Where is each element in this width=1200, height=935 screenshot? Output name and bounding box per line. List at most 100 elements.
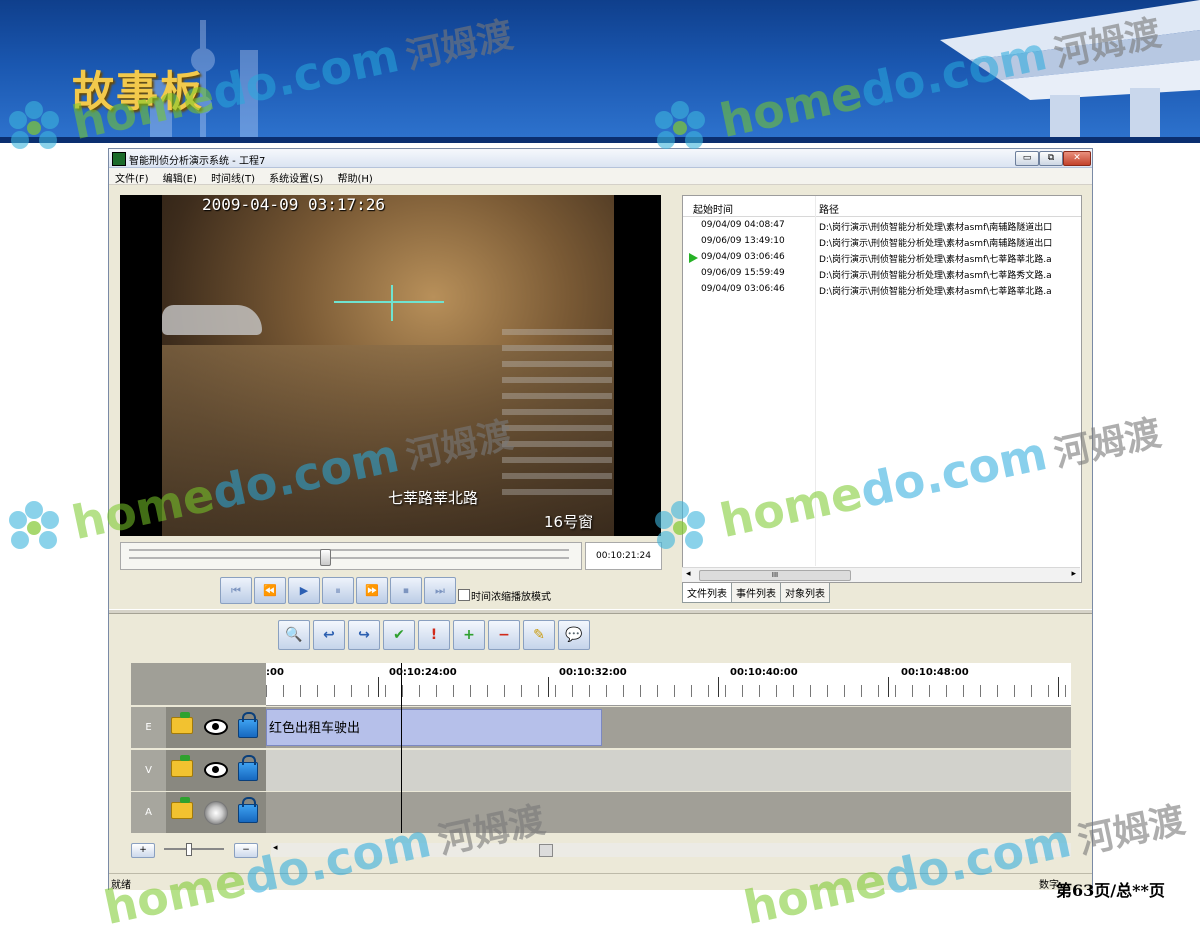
file-list-hscrollbar[interactable]: ◂ III ▸ [682, 567, 1080, 582]
minimize-button[interactable]: ▭ [1015, 151, 1039, 166]
menu-file[interactable]: 文件(F) [109, 168, 154, 185]
compress-mode-checkbox[interactable] [458, 589, 470, 601]
file-path: D:\岗行演示\刑侦智能分析处理\素材asmf\七莘路莘北路.a [819, 255, 1052, 265]
zoom-in-button[interactable]: + [131, 843, 155, 858]
pavilion-illustration [940, 0, 1200, 143]
file-path: D:\岗行演示\刑侦智能分析处理\素材asmf\七莘路莘北路.a [819, 287, 1052, 297]
file-time: 09/04/09 03:06:46 [701, 284, 785, 294]
stop-button[interactable]: ⏹ [390, 577, 422, 604]
track-lane[interactable] [266, 750, 1071, 791]
zoom-out-button[interactable]: − [234, 843, 258, 858]
scroll-right-arrow-icon[interactable]: ▸ [1071, 569, 1076, 579]
column-start-time[interactable]: 起始时间 [693, 201, 733, 216]
osd-location: 七莘路莘北路 [388, 489, 479, 507]
edit-button[interactable]: ✎ [523, 620, 555, 650]
scroll-thumb[interactable] [539, 844, 553, 857]
file-time: 09/06/09 15:59:49 [701, 268, 785, 278]
alert-button[interactable]: ! [418, 620, 450, 650]
skip-start-button[interactable]: ⏮ [220, 577, 252, 604]
file-row[interactable]: 09/06/09 15:59:49 D:\岗行演示\刑侦智能分析处理\素材asm… [683, 266, 1081, 282]
tab-event-list[interactable]: 事件列表 [731, 583, 781, 603]
file-row[interactable]: 09/04/09 03:06:46 D:\岗行演示\刑侦智能分析处理\素材asm… [683, 282, 1081, 298]
eye-icon[interactable] [204, 762, 228, 778]
undo-button[interactable]: ↩ [313, 620, 345, 650]
remove-button[interactable]: − [488, 620, 520, 650]
list-tabs: 文件列表 事件列表 对象列表 [682, 583, 830, 603]
tab-object-list[interactable]: 对象列表 [780, 583, 830, 603]
video-viewport[interactable]: 2009-04-09 03:17:26 七莘路莘北路 16号窗 [120, 195, 661, 536]
seek-thumb[interactable] [320, 549, 332, 566]
header-band [0, 137, 1200, 143]
tab-file-list[interactable]: 文件列表 [682, 583, 732, 603]
comment-button[interactable]: 💬 [558, 620, 590, 650]
video-frame [162, 195, 614, 536]
zoom-slider[interactable] [164, 843, 224, 856]
status-bar: 就绪 数字 [109, 873, 1092, 891]
slide-title: 故事板 [72, 67, 205, 116]
column-path[interactable]: 路径 [819, 201, 839, 216]
close-button[interactable]: ✕ [1063, 151, 1091, 166]
scroll-left-arrow-icon[interactable]: ◂ [273, 843, 278, 853]
timeline-zoom-row: + − ◂ [131, 843, 1071, 859]
compress-mode-label: 时间浓缩播放模式 [471, 592, 551, 603]
playing-arrow-icon [689, 253, 698, 263]
folder-icon[interactable] [171, 797, 193, 819]
zoom-search-button[interactable]: 🔍 [278, 620, 310, 650]
current-time-display: 00:10:21:24 [585, 542, 662, 570]
osd-datetime: 2009-04-09 03:17:26 [202, 195, 386, 214]
event-clip[interactable]: 红色出租车驶出 [266, 709, 602, 746]
menu-help[interactable]: 帮助(H) [332, 168, 378, 185]
zoom-slider-thumb[interactable] [186, 843, 192, 856]
file-time: 09/04/09 04:08:47 [701, 220, 785, 230]
speaker-icon[interactable] [204, 801, 228, 825]
lock-icon[interactable] [238, 797, 258, 823]
track-controls [166, 792, 266, 833]
folder-icon[interactable] [171, 712, 193, 734]
menu-timeline[interactable]: 时间线(T) [205, 168, 260, 185]
file-row[interactable]: 09/06/09 13:49:10 D:\岗行演示\刑侦智能分析处理\素材asm… [683, 234, 1081, 250]
maximize-button[interactable]: ⧉ [1039, 151, 1063, 166]
track-event: E 红色出租车驶出 [131, 707, 1071, 748]
status-text: 就绪 [111, 880, 131, 891]
osd-window-label: 16号窗 [544, 513, 594, 531]
scroll-left-arrow-icon[interactable]: ◂ [686, 569, 691, 579]
file-time: 09/04/09 03:06:46 [701, 252, 785, 262]
track-controls [166, 707, 266, 748]
eye-icon[interactable] [204, 719, 228, 735]
play-button[interactable]: ▶ [288, 577, 320, 604]
track-lane[interactable]: 红色出租车驶出 [266, 707, 1071, 748]
file-row-playing[interactable]: 09/04/09 03:06:46 D:\岗行演示\刑侦智能分析处理\素材asm… [683, 250, 1081, 266]
folder-icon[interactable] [171, 755, 193, 777]
rewind-button[interactable]: ⏪ [254, 577, 286, 604]
add-button[interactable]: + [453, 620, 485, 650]
scroll-thumb[interactable]: III [699, 570, 851, 581]
tracker-crosshair-v [391, 285, 393, 321]
lock-icon[interactable] [238, 712, 258, 738]
timeline-corner [131, 663, 266, 705]
redo-button[interactable]: ↪ [348, 620, 380, 650]
title-bar: 智能刑侦分析演示系统 - 工程7 ▭ ⧉ ✕ [109, 149, 1092, 168]
track-video: V [131, 750, 1071, 791]
track-controls [166, 750, 266, 791]
menu-settings[interactable]: 系统设置(S) [263, 168, 328, 185]
menu-edit[interactable]: 编辑(E) [157, 168, 202, 185]
pause-button[interactable]: ⏸ [322, 577, 354, 604]
menu-bar: 文件(F) 编辑(E) 时间线(T) 系统设置(S) 帮助(H) [109, 168, 1092, 185]
watermark-flower-icon [9, 501, 59, 549]
track-lane[interactable] [266, 792, 1071, 833]
seek-bar[interactable] [120, 542, 582, 570]
confirm-button[interactable]: ✔ [383, 620, 415, 650]
page-number: 第63页/总**页 [1056, 881, 1165, 900]
time-ruler[interactable]: :00 00:10:24:00 00:10:32:00 00:10:40:00 … [266, 663, 1071, 706]
playhead[interactable] [401, 663, 402, 833]
lock-icon[interactable] [238, 755, 258, 781]
fast-forward-button[interactable]: ⏩ [356, 577, 388, 604]
timeline-panel: :00 00:10:24:00 00:10:32:00 00:10:40:00 … [131, 663, 1071, 833]
window-title: 智能刑侦分析演示系统 - 工程7 [129, 156, 266, 167]
skip-end-button[interactable]: ⏭ [424, 577, 456, 604]
timeline-scrollbar[interactable]: ◂ [271, 843, 1071, 857]
crosswalk [502, 325, 612, 495]
tracker-crosshair-h [334, 301, 444, 303]
pane-splitter[interactable] [109, 609, 1092, 614]
file-row[interactable]: 09/04/09 04:08:47 D:\岗行演示\刑侦智能分析处理\素材asm… [683, 218, 1081, 234]
